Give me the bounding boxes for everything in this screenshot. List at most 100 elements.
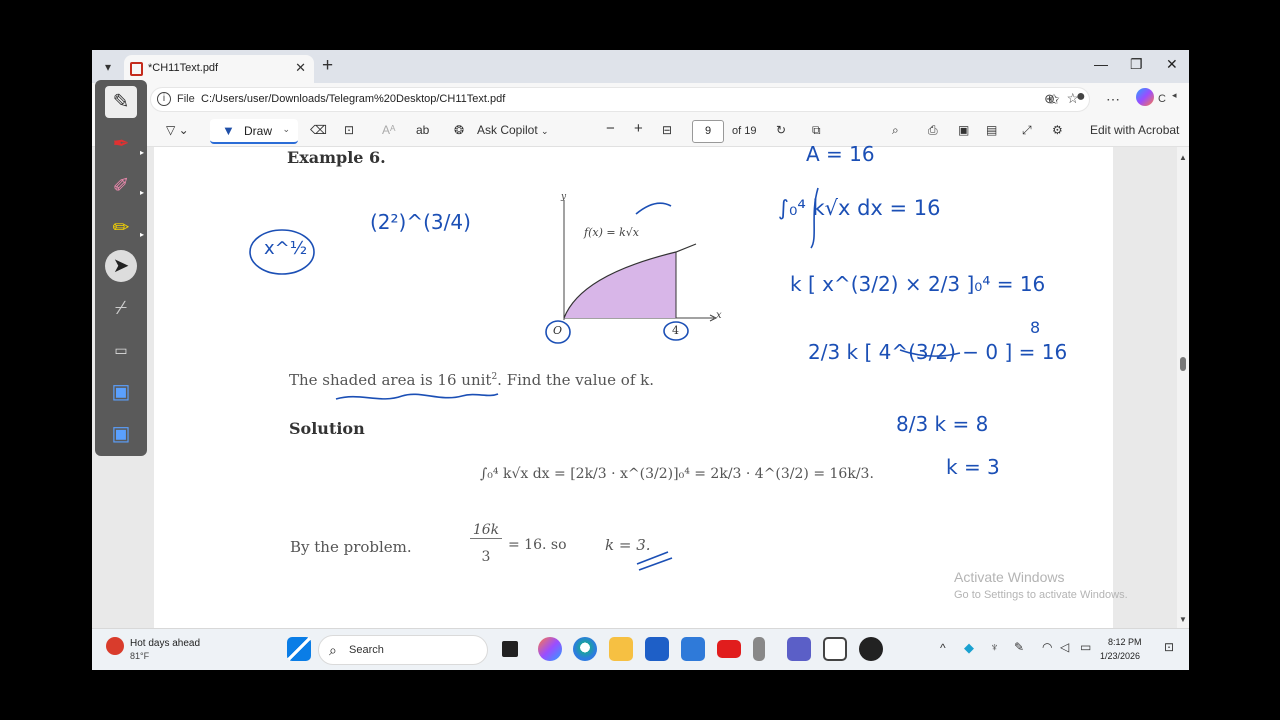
clock-time[interactable]: 8:12 PM [1108, 637, 1142, 647]
handwritten-simplify: 8/3 k = 8 [896, 412, 989, 436]
profile-avatar[interactable]: ● [1076, 88, 1086, 106]
tab-pdf[interactable]: *CH11Text.pdf ✕ [124, 55, 314, 83]
save-as-icon[interactable]: ▤ [986, 123, 997, 137]
profile-label: C [1158, 93, 1166, 105]
weather-icon[interactable] [106, 637, 124, 655]
fraction-denominator: 3 [481, 549, 491, 565]
pen-edit-icon[interactable]: ✎ [105, 86, 137, 118]
sidebar-collapse-icon[interactable]: ◂ [1172, 90, 1177, 101]
eraser-pen-icon[interactable]: ✐ [105, 170, 137, 202]
red-pen-icon[interactable]: ✒ [105, 128, 137, 160]
tab-close-icon[interactable]: ✕ [295, 60, 306, 76]
function-label: f(x) = k√x [584, 226, 639, 239]
feedback-icon[interactable] [823, 637, 847, 661]
activate-windows-title: Activate Windows [954, 569, 1065, 585]
task-view-icon[interactable] [502, 641, 518, 657]
page-view-icon[interactable]: ⧉ [812, 123, 821, 138]
taskbar-search-label: Search [349, 644, 384, 656]
chevron-down-icon[interactable]: ⌄ [282, 124, 290, 135]
edit-with-acrobat-button[interactable]: Edit with Acrobat [1090, 123, 1179, 137]
by-problem-text: By the problem. [290, 538, 412, 556]
file-explorer-icon[interactable] [609, 637, 633, 661]
highlighter-chevron-icon[interactable]: ▸ [140, 230, 144, 239]
pen-icon[interactable]: ✎ [1014, 640, 1024, 654]
notifications-icon[interactable]: ⊡ [1164, 640, 1174, 654]
vertical-scrollbar[interactable]: ▲ ▼ [1177, 147, 1189, 628]
battery-icon[interactable]: ▭ [1080, 640, 1091, 654]
translate-icon[interactable]: ab [416, 123, 429, 137]
x-tick-label: 4 [672, 324, 679, 337]
eraser-icon[interactable]: ⌫ [310, 123, 327, 137]
volume-icon[interactable]: ◁ [1060, 640, 1069, 654]
settings-gear-icon[interactable]: ⚙ [1052, 123, 1063, 137]
title-bar: ▾ *CH11Text.pdf ✕ + — ❐ ✕ [92, 50, 1189, 83]
youtube-icon[interactable] [717, 640, 741, 658]
read-aloud-icon[interactable]: Aᴬ [382, 123, 395, 137]
address-bar[interactable]: i File C:/Users/user/Downloads/Telegram%… [150, 87, 1090, 112]
draw-button[interactable]: ▼ Draw ⌄ [210, 119, 298, 144]
new-tab-icon[interactable]: + [322, 55, 333, 77]
tray-chevron-icon[interactable]: ^ [940, 641, 946, 655]
copilot-small-icon[interactable]: ❂ [454, 123, 464, 137]
x-axis-label: x [716, 310, 722, 321]
search-icon[interactable]: ⌕ [892, 123, 899, 138]
copilot-icon[interactable] [1136, 88, 1154, 106]
page-number-input[interactable]: 9 [692, 120, 724, 143]
taskbar: Hot days ahead 81°F ⌕ Search ^ ◆ ♆ ✎ ◠ ◁… [92, 628, 1189, 670]
microphone-icon[interactable]: ♆ [990, 640, 999, 654]
print-icon[interactable]: ⎙ [928, 123, 938, 138]
eraser-chevron-icon[interactable]: ▸ [140, 188, 144, 197]
search-icon: ⌕ [329, 642, 337, 658]
copilot-app-icon[interactable] [538, 637, 562, 661]
more-icon[interactable]: ⋯ [1106, 91, 1120, 108]
edge-icon[interactable] [573, 637, 597, 661]
expand-icon[interactable]: ⤢ [1022, 123, 1032, 138]
red-pen-chevron-icon[interactable]: ▸ [140, 148, 144, 157]
ask-copilot-button[interactable]: Ask Copilot [477, 123, 538, 137]
brush-icon[interactable]: ⌿ [105, 292, 137, 324]
fit-page-icon[interactable]: ⊟ [662, 123, 672, 137]
app-icon[interactable] [681, 637, 705, 661]
pen-tool-panel: ✎ ✒ ▸ ✐ ▸ ✏ ▸ ➤ ⌿ ▭ ▣ ▣ [95, 80, 147, 456]
store-icon[interactable] [645, 637, 669, 661]
favorites-icon[interactable]: ✩ [1048, 91, 1060, 108]
weather-title[interactable]: Hot days ahead [130, 638, 200, 649]
rotate-icon[interactable]: ↻ [776, 123, 786, 137]
highlighter-icon[interactable]: ✏ [105, 212, 137, 244]
minimize-icon[interactable]: — [1094, 56, 1108, 72]
close-window-icon[interactable]: ✕ [1166, 56, 1178, 73]
taskbar-search[interactable]: ⌕ Search [318, 635, 488, 665]
wifi-icon[interactable]: ◠ [1042, 640, 1052, 654]
highlight-icon[interactable]: ▽ ⌄ [166, 123, 189, 137]
device-icon[interactable] [753, 637, 765, 661]
save-icon[interactable]: ▣ [958, 123, 969, 137]
screen-edit-icon[interactable]: ▣ [105, 418, 137, 450]
problem-text: The shaded area is 16 unit [289, 371, 492, 389]
handwritten-integral: ∫₀⁴ k√x dx = 16 [778, 196, 941, 220]
problem-question: . Find the value of k. [497, 371, 655, 389]
y-axis-label: y [561, 192, 567, 202]
handwritten-note-root: x^½ [264, 238, 308, 259]
handwritten-note-power: (2²)^(3/4) [370, 210, 471, 234]
clock-date[interactable]: 1/23/2026 [1100, 651, 1140, 661]
url-text[interactable]: C:/Users/user/Downloads/Telegram%20Deskt… [201, 93, 505, 105]
tray-app-icon[interactable]: ◆ [964, 640, 974, 656]
zoom-in-icon[interactable]: + [634, 120, 643, 137]
start-icon[interactable] [287, 637, 311, 661]
scroll-thumb[interactable] [1180, 357, 1186, 371]
keyboard-icon[interactable]: ▭ [105, 334, 137, 366]
scroll-up-icon[interactable]: ▲ [1179, 153, 1187, 162]
teams-icon[interactable] [787, 637, 811, 661]
info-icon[interactable]: i [157, 92, 171, 106]
zoom-out-icon[interactable]: − [606, 120, 615, 137]
screen-capture-icon[interactable]: ▣ [105, 376, 137, 408]
cursor-icon[interactable]: ➤ [105, 250, 137, 282]
weather-temp: 81°F [130, 651, 150, 661]
tab-actions-chevron-icon[interactable]: ▾ [98, 58, 118, 76]
app-black-icon[interactable] [859, 637, 883, 661]
text-box-icon[interactable]: ⊡ [344, 123, 354, 137]
handwritten-answer: k = 3 [946, 455, 1000, 479]
scroll-down-icon[interactable]: ▼ [1179, 615, 1187, 624]
restore-icon[interactable]: ❐ [1130, 56, 1143, 73]
copilot-chevron-icon[interactable]: ⌄ [541, 126, 549, 137]
